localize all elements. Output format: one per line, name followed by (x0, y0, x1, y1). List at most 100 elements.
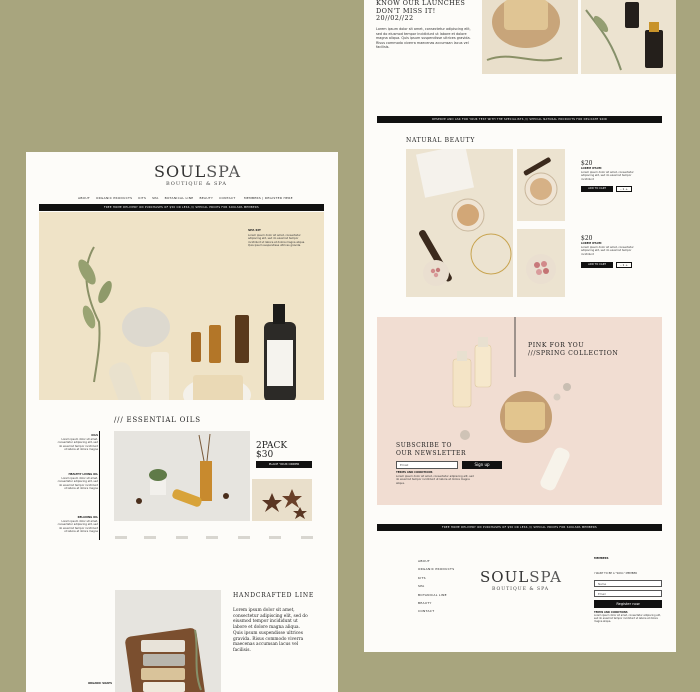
logo-sub: SPA (206, 162, 241, 181)
side-item-title: RELAXING OIL (77, 516, 98, 519)
footer-nav: ABOUT ORGANIC PRODUCTS KITS SPA BOTANICA… (418, 557, 454, 616)
carousel-dot[interactable] (206, 536, 218, 539)
member-name-input[interactable]: Name (594, 580, 662, 587)
product-name: LOREM IPSUM (581, 242, 602, 245)
product-name: LOREM IPSUM (581, 167, 602, 170)
newsletter-heading: SUBSCRIBE TO OUR NEWSLETTER (396, 442, 466, 458)
footer-nav-item[interactable]: KITS (418, 574, 454, 582)
side-item-title: HEALTHY LIVING OIL (68, 473, 98, 476)
place-order-button[interactable]: PLACE YOUR ORDER (256, 461, 312, 468)
compact-photo (517, 149, 565, 221)
star-anise-illustration (262, 489, 307, 519)
essential-oils-heading: /// ESSENTIAL OILS (114, 416, 201, 424)
carousel-dot[interactable] (176, 536, 188, 539)
nav-item[interactable]: CONTACT (219, 196, 235, 200)
members-subtitle: I WANT TO BE A "SOUL" MEMBER (594, 572, 638, 575)
footer-tagline: BOUTIQUE & SPA (492, 587, 550, 592)
side-item-text: Lorem ipsum dolor sit amet, consectetur … (57, 520, 98, 534)
members-link[interactable]: MEMBERS | REGISTER HERE (244, 196, 293, 200)
footer-nav-item[interactable]: BEAUTY (418, 599, 454, 607)
dropper-photo (581, 0, 676, 74)
hero-kit-title: SPA KIT (248, 228, 261, 232)
section-divider (99, 431, 100, 540)
launch-date: 20//02//22 (376, 14, 414, 22)
add-to-cart-button[interactable]: ADD TO CART (581, 262, 613, 268)
side-item-title: OILS (91, 434, 98, 437)
side-item-text: Lorem ipsum dolor sit amet, consectetur … (57, 438, 98, 452)
carousel-dot[interactable] (115, 536, 127, 539)
handcrafted-photo (115, 590, 221, 692)
side-item-text: Lorem ipsum dolor sit amet, consectetur … (57, 477, 98, 491)
soap-tray-illustration (125, 628, 205, 692)
footer-nav-item[interactable]: CONTACT (418, 607, 454, 615)
specialists-bar: RESERVE AND ASK FOR YOUR TEST WITH THE S… (377, 116, 662, 123)
spring-collection-heading: PINK FOR YOU ///SPRING COLLECTION (528, 342, 618, 358)
product-desc: Lorem ipsum dolor sit amet, consectetur … (581, 171, 634, 181)
footer-logo[interactable]: SOULSPA (480, 568, 562, 586)
register-button[interactable]: Register now (594, 600, 662, 608)
oil-diffuser-illustration (136, 433, 229, 507)
product-price: $20 (581, 235, 593, 242)
plus-icon[interactable]: + (624, 187, 628, 191)
launch-heading: KNOW OUR LAUNCHES DON'T MISS IT! 20//02/… (376, 0, 465, 23)
nav-item[interactable]: SPA (152, 196, 158, 200)
hero-kit-text: Lorem ipsum dolor sit amet, consectetur … (248, 234, 306, 248)
footer-promo-bar: FREE HOME DELIVERY ON PURCHASES OF $50 O… (377, 524, 662, 531)
carousel-dot[interactable] (144, 536, 156, 539)
spring-heading-line: ///SPRING COLLECTION (528, 350, 619, 357)
footer-terms-text: Lorem ipsum dolor sit amet, consectetur … (594, 614, 661, 623)
nav-item[interactable]: BEAUTY (199, 196, 213, 200)
add-to-cart-button[interactable]: ADD TO CART (581, 186, 613, 192)
terms-text: Lorem ipsum dolor sit amet, consectetur … (396, 475, 474, 485)
handcrafted-text: Lorem ipsum dolor sit amet, consectetur … (233, 608, 308, 653)
main-nav: ABOUT ORGANIC PRODUCTS KITS SPA BOTANICAL LI… (78, 196, 241, 200)
footer-nav-item[interactable]: ABOUT (418, 557, 454, 565)
left-page-mockup: SOULSPA BOUTIQUE & SPA ABOUT ORGANIC PROD… (26, 152, 338, 692)
logo[interactable]: SOULSPA (154, 162, 241, 181)
newsletter-signup-button[interactable]: Sign up (462, 461, 502, 469)
product-desc: Lorem ipsum dolor sit amet, consectetur … (581, 246, 634, 256)
makeup-photo (406, 144, 513, 297)
natural-beauty-heading: NATURAL BEAUTY (406, 137, 475, 144)
plus-icon[interactable]: + (624, 263, 628, 267)
terms-title: TERMS AND CONDITIONS (396, 471, 433, 474)
newsletter-heading-line: OUR NEWSLETTER (396, 450, 467, 457)
promo-bar: FREE HOME DELIVERY ON PURCHASES OF $50 O… (39, 204, 324, 211)
soap-photo (482, 0, 578, 74)
essential-oils-photo (114, 431, 250, 521)
right-page-mockup: KNOW OUR LAUNCHES DON'T MISS IT! 20//02/… (364, 0, 676, 652)
dropper-bottles-illustration (585, 2, 663, 71)
product-price: $20 (581, 160, 593, 167)
makeup-brushes-illustration (415, 144, 512, 286)
nav-item[interactable]: KITS (138, 196, 146, 200)
newsletter-email-input[interactable]: Email (396, 461, 458, 469)
newsletter-heading-line: SUBSCRIBE TO (396, 442, 452, 449)
members-title: MEMBERS (594, 557, 609, 560)
blush-pearls-illustration (526, 254, 556, 284)
carousel-dot[interactable] (269, 536, 281, 539)
member-email-input[interactable]: Email (594, 590, 662, 597)
spring-heading-line: PINK FOR YOU (528, 342, 585, 349)
launch-text: Lorem ipsum dolor sit amet, consectetur … (376, 27, 471, 50)
footer-nav-item[interactable]: BOTANICAL LINE (418, 591, 454, 599)
logo-main: SOUL (480, 568, 530, 586)
nav-item[interactable]: ORGANIC PRODUCTS (96, 196, 132, 200)
footer-nav-item[interactable]: ORGANIC PRODUCTS (418, 565, 454, 573)
quantity-stepper[interactable]: – 1 + (616, 186, 632, 192)
anise-photo (252, 479, 312, 521)
logo-sub: SPA (529, 568, 563, 586)
soap-plate-illustration (486, 0, 563, 62)
blush-photo (517, 229, 565, 297)
tagline: BOUTIQUE & SPA (166, 181, 227, 187)
nav-item[interactable]: BOTANICAL LINE (165, 196, 194, 200)
quantity-stepper[interactable]: – 1 + (616, 262, 632, 268)
pack-price: $30 (256, 450, 274, 460)
carousel-dot[interactable] (301, 536, 313, 539)
nav-item[interactable]: ABOUT (78, 196, 90, 200)
carousel-dot[interactable] (238, 536, 250, 539)
organic-soaps-label: ORGANIC SOAPS (87, 682, 112, 685)
compact-illustration (523, 157, 558, 206)
handcrafted-heading: HANDCRAFTED LINE (233, 592, 315, 599)
logo-main: SOUL (154, 162, 207, 181)
footer-nav-item[interactable]: SPA (418, 582, 454, 590)
